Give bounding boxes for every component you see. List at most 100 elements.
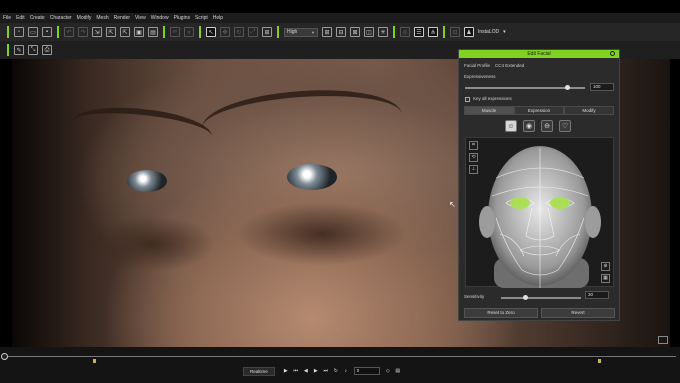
shading-icon[interactable]: ◫ bbox=[364, 27, 374, 37]
menu-render[interactable]: Render bbox=[114, 15, 130, 21]
face-mesh-graphic bbox=[479, 146, 601, 288]
panel-title: Edit Facial bbox=[459, 50, 619, 58]
close-icon[interactable] bbox=[610, 51, 615, 56]
menu-script[interactable]: Script bbox=[195, 15, 208, 21]
right-eye-region[interactable] bbox=[550, 197, 570, 209]
to-end-icon[interactable]: ⏭ bbox=[321, 368, 331, 374]
facial-muscle-map[interactable]: ⌗ ⟲ ⊥ ⊕ ▦ bbox=[465, 137, 614, 288]
export-icon[interactable]: ⇱ bbox=[106, 27, 116, 37]
expressiveness-label: Expressiveness bbox=[464, 74, 496, 79]
right-ear-shape bbox=[585, 206, 601, 238]
loop-icon[interactable]: ↻ bbox=[331, 368, 341, 374]
layout-icon[interactable]: ⊟ bbox=[336, 27, 346, 37]
revert-button[interactable]: Revert bbox=[541, 308, 615, 318]
camera-icon[interactable]: ◎ bbox=[400, 27, 410, 37]
sensitivity-input[interactable]: 30 bbox=[585, 291, 609, 299]
realtime-select[interactable]: Realtime bbox=[243, 366, 275, 376]
menu-edit[interactable]: Edit bbox=[16, 15, 25, 21]
move-icon[interactable]: ✥ bbox=[220, 27, 230, 37]
menu-mesh[interactable]: Mesh bbox=[96, 15, 108, 21]
character-icon[interactable]: ♟ bbox=[464, 27, 474, 37]
mouth-icon[interactable]: ⊖ bbox=[541, 120, 553, 132]
menu-plugins[interactable]: Plugins bbox=[174, 15, 190, 21]
right-eyebrow bbox=[200, 84, 404, 158]
open-project-icon[interactable]: ▭ bbox=[28, 27, 38, 37]
facial-profile-row: Facial Profile CC4 Extended bbox=[464, 63, 524, 68]
pick-parent-icon[interactable]: ⊞ bbox=[262, 27, 272, 37]
timeline-playhead[interactable] bbox=[1, 353, 8, 360]
to-start-icon[interactable]: ⏮ bbox=[291, 368, 301, 374]
sensitivity-slider-handle[interactable] bbox=[522, 295, 528, 300]
facial-tabs: Muscle Expression Modify bbox=[464, 106, 614, 115]
timeline-marker[interactable] bbox=[93, 359, 96, 363]
tab-modify[interactable]: Modify bbox=[564, 106, 614, 115]
sensitivity-slider[interactable] bbox=[501, 297, 581, 299]
facial-profile-value[interactable]: CC4 Extended bbox=[495, 63, 524, 68]
timeline-track[interactable] bbox=[4, 356, 676, 357]
redo-icon[interactable]: ↷ bbox=[78, 27, 88, 37]
tab-muscle[interactable]: Muscle bbox=[464, 106, 514, 115]
tab-expression[interactable]: Expression bbox=[514, 106, 564, 115]
edit-icon[interactable]: ✎ bbox=[14, 45, 24, 55]
instalod-label[interactable]: InstaLOD bbox=[478, 29, 499, 35]
viewport-options-icon[interactable] bbox=[658, 336, 668, 344]
select-icon[interactable]: ↖ bbox=[206, 27, 216, 37]
timeline-editor-icon[interactable]: ▤ bbox=[393, 368, 403, 374]
menu-modify[interactable]: Modify bbox=[77, 15, 92, 21]
timeline-bar: Realtime ▶ ⏮ ◀ ▶ ⏭ ↻ ♪ 0 ◇ ▤ bbox=[0, 347, 680, 383]
undo-icon[interactable]: ↶ bbox=[64, 27, 74, 37]
toolbar-separator bbox=[277, 26, 279, 38]
layers-icon[interactable]: ☰ bbox=[414, 27, 424, 37]
reset-to-zero-button[interactable]: Reset to Zero bbox=[464, 308, 538, 318]
expressiveness-slider-handle[interactable] bbox=[564, 85, 570, 90]
new-project-icon[interactable]: ▫ bbox=[14, 27, 24, 37]
region-icon-row: ☺ ◉ ⊖ ♡ bbox=[505, 120, 577, 132]
expressiveness-input[interactable]: 100 bbox=[590, 83, 614, 91]
menu-character[interactable]: Character bbox=[50, 15, 72, 21]
menu-window[interactable]: Window bbox=[151, 15, 169, 21]
left-eye bbox=[127, 170, 167, 192]
toolbar-separator bbox=[163, 26, 165, 38]
tongue-icon[interactable]: ♡ bbox=[559, 120, 571, 132]
view-reset-icon[interactable]: ▦ bbox=[601, 274, 610, 283]
timeline-marker[interactable] bbox=[598, 359, 601, 363]
light-icon[interactable]: ✳ bbox=[378, 27, 388, 37]
render-video-icon[interactable]: ▤ bbox=[148, 27, 158, 37]
step-back-icon[interactable]: ◀ bbox=[301, 368, 311, 374]
head-icon[interactable]: ☺ bbox=[505, 120, 517, 132]
zoom-icon[interactable]: ⊕ bbox=[601, 262, 610, 271]
graph-icon[interactable]: ⋔ bbox=[428, 27, 438, 37]
unlink-icon[interactable]: ∝ bbox=[184, 27, 194, 37]
toolbar-separator bbox=[57, 26, 59, 38]
frame-input[interactable]: 0 bbox=[353, 367, 380, 375]
key-all-checkbox[interactable] bbox=[465, 97, 470, 102]
menu-view[interactable]: View bbox=[135, 15, 146, 21]
menu-file[interactable]: File bbox=[3, 15, 11, 21]
left-ear-shape bbox=[479, 206, 495, 238]
left-eye-region[interactable] bbox=[510, 197, 530, 209]
save-project-icon[interactable]: ▪ bbox=[42, 27, 52, 37]
step-forward-icon[interactable]: ▶ bbox=[311, 368, 321, 374]
wireframe-icon[interactable]: ⊠ bbox=[350, 27, 360, 37]
menu-help[interactable]: Help bbox=[213, 15, 223, 21]
eye-icon[interactable]: ◉ bbox=[523, 120, 535, 132]
audio-icon[interactable]: ♪ bbox=[341, 368, 351, 374]
grid-icon[interactable]: ⊞ bbox=[322, 27, 332, 37]
key-icon[interactable]: ◇ bbox=[383, 368, 393, 374]
render-image-icon[interactable]: ▣ bbox=[134, 27, 144, 37]
menu-create[interactable]: Create bbox=[30, 15, 45, 21]
quality-select[interactable]: High ▼ bbox=[284, 27, 318, 37]
chevron-down-icon[interactable]: ▾ bbox=[503, 29, 506, 35]
import-icon[interactable]: ⇲ bbox=[92, 27, 102, 37]
rotate-icon[interactable]: ↻ bbox=[234, 27, 244, 37]
lock-icon[interactable]: ⊡ bbox=[450, 27, 460, 37]
print-icon[interactable]: ⎙ bbox=[42, 45, 52, 55]
panel-title-text: Edit Facial bbox=[527, 51, 551, 57]
menu-bar: File Edit Create Character Modify Mesh R… bbox=[0, 13, 680, 23]
export-fbx-icon[interactable]: ⇱ bbox=[120, 27, 130, 37]
left-eyebrow bbox=[70, 101, 214, 157]
scale-icon[interactable]: ⤢ bbox=[248, 27, 258, 37]
edit-mesh-icon[interactable]: ⤡ bbox=[28, 45, 38, 55]
play-icon[interactable]: ▶ bbox=[281, 368, 291, 374]
link-icon[interactable]: ∞ bbox=[170, 27, 180, 37]
